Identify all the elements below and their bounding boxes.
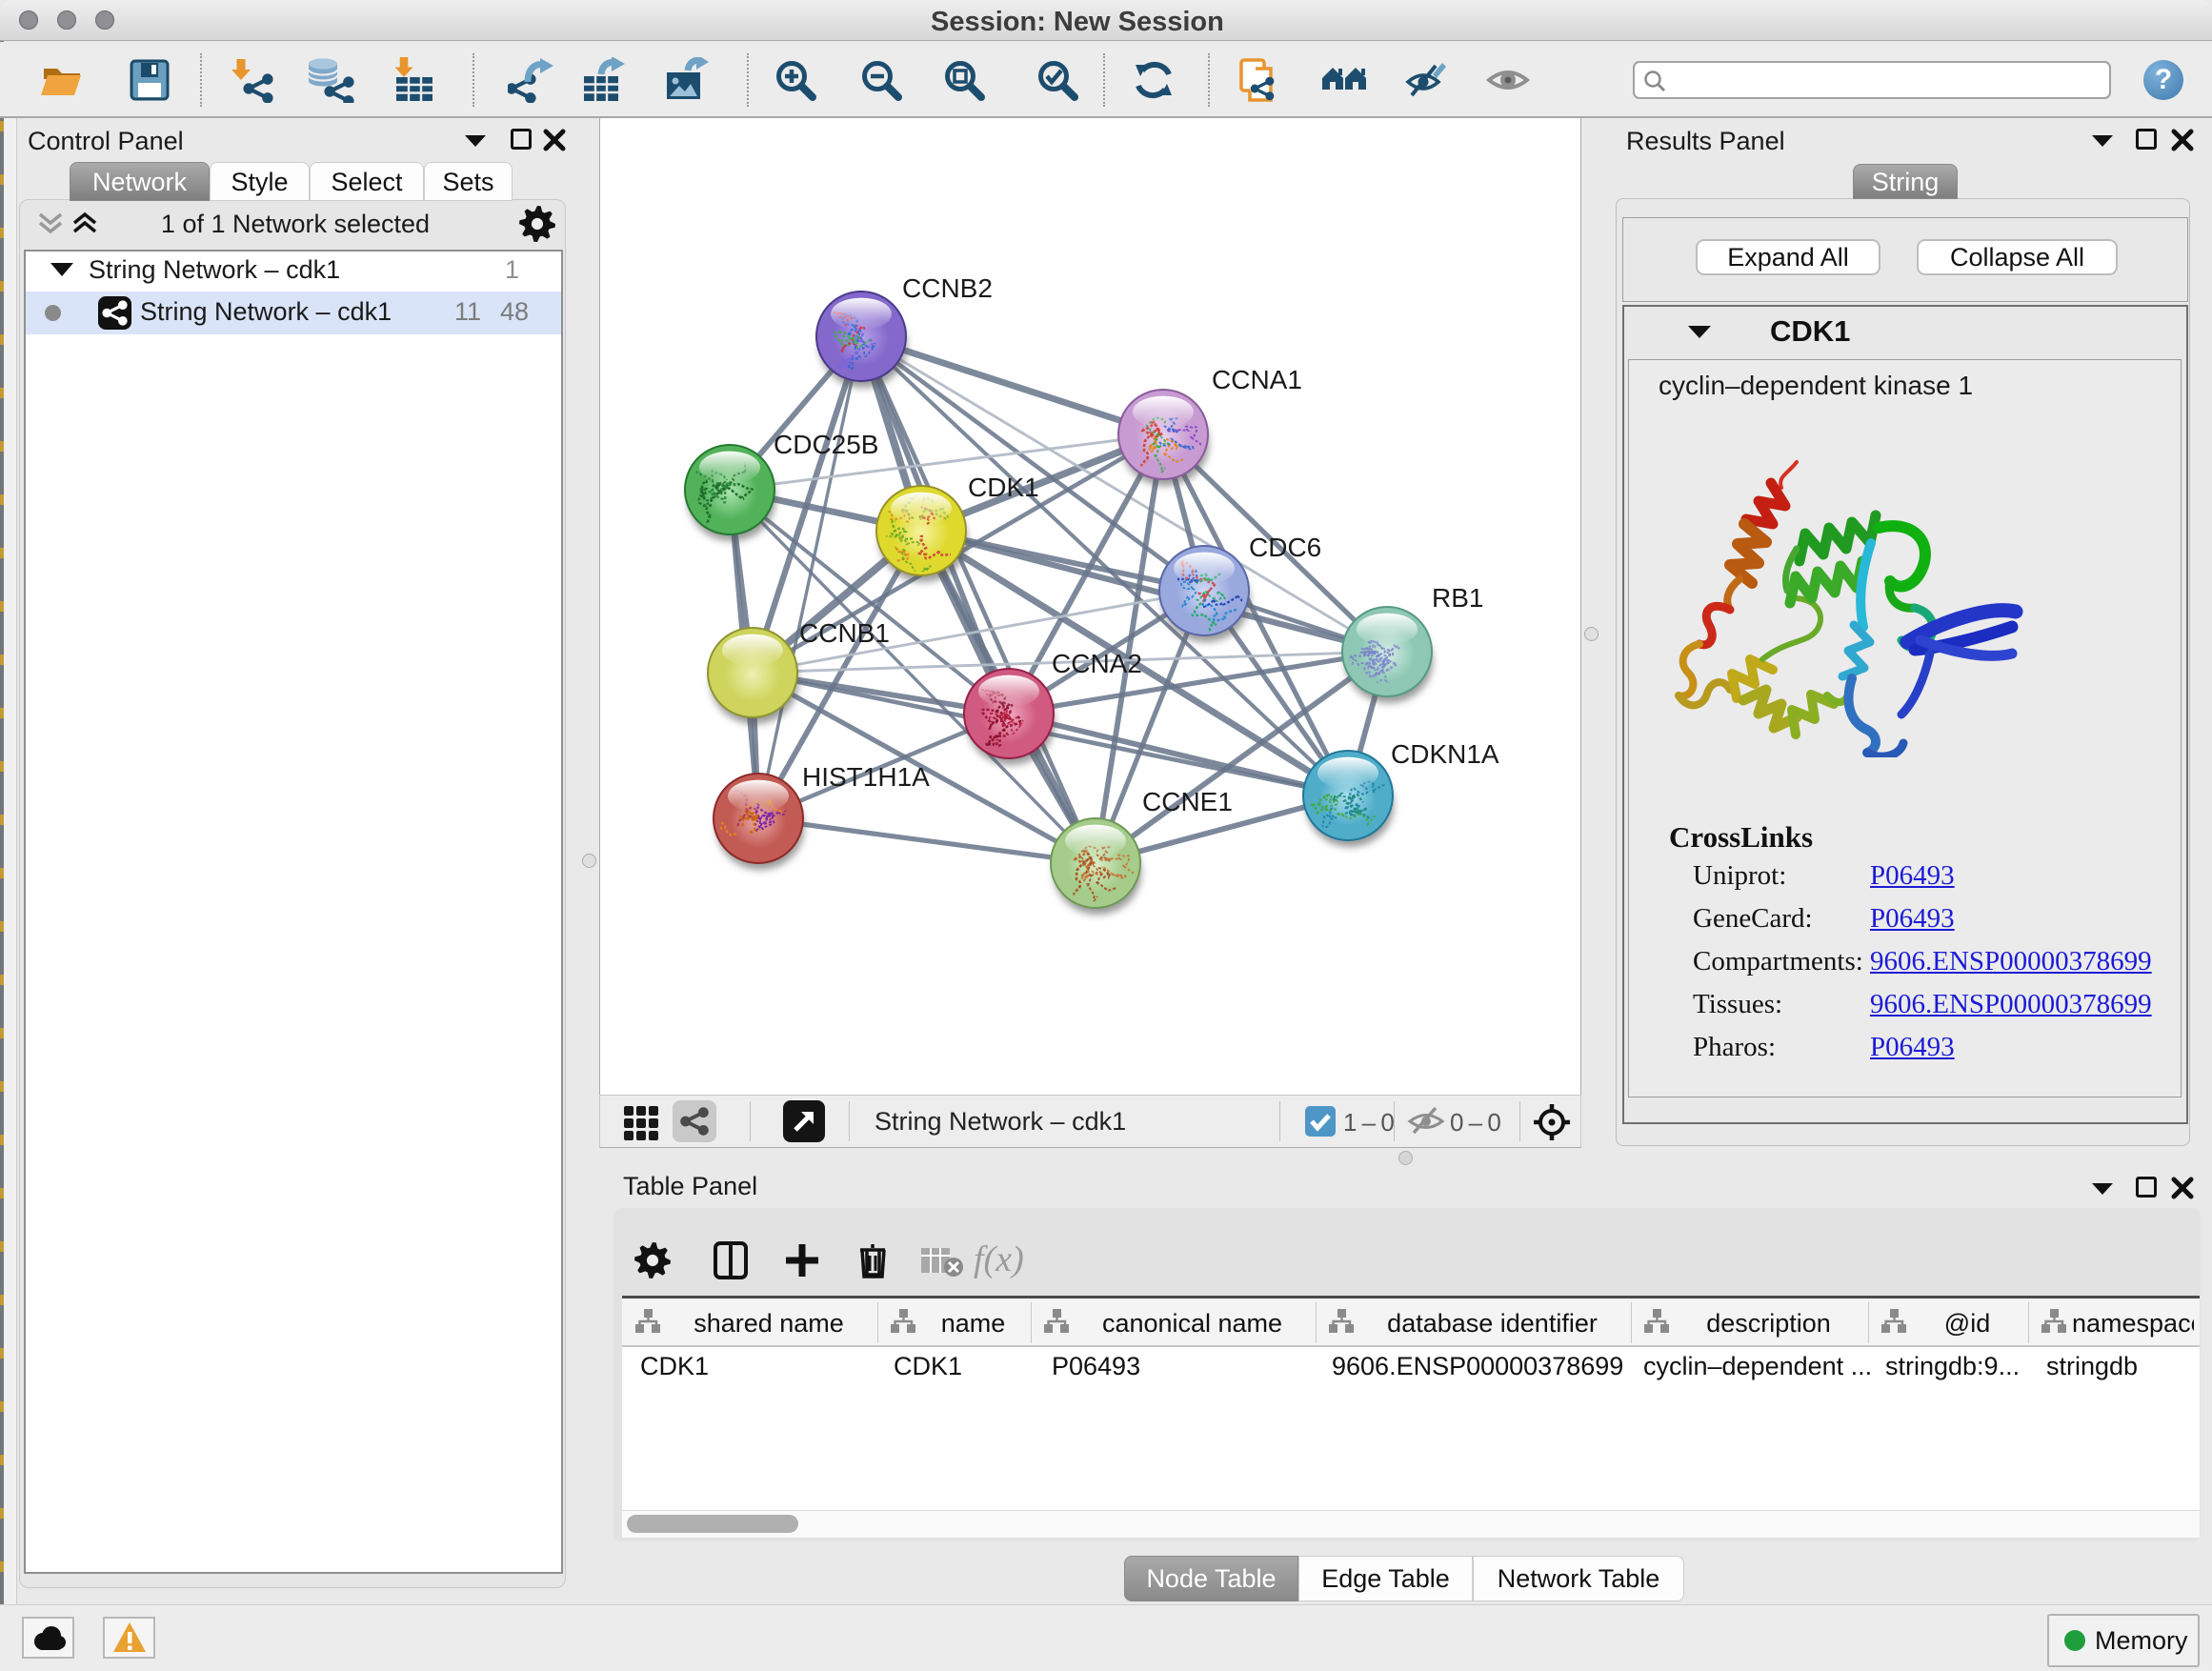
- svg-text:CCNA2: CCNA2: [1052, 649, 1142, 678]
- svg-text:CCNB1: CCNB1: [799, 618, 890, 648]
- svg-text:RB1: RB1: [1432, 583, 1483, 613]
- svg-text:HIST1H1A: HIST1H1A: [802, 762, 930, 792]
- svg-text:CDC25B: CDC25B: [774, 430, 878, 459]
- svg-text:CDC6: CDC6: [1249, 533, 1321, 562]
- svg-text:CCNE1: CCNE1: [1142, 787, 1233, 816]
- svg-text:CCNA1: CCNA1: [1212, 365, 1302, 394]
- svg-text:CDKN1A: CDKN1A: [1391, 739, 1499, 769]
- svg-text:CDK1: CDK1: [968, 473, 1039, 502]
- svg-text:CCNB2: CCNB2: [902, 273, 993, 303]
